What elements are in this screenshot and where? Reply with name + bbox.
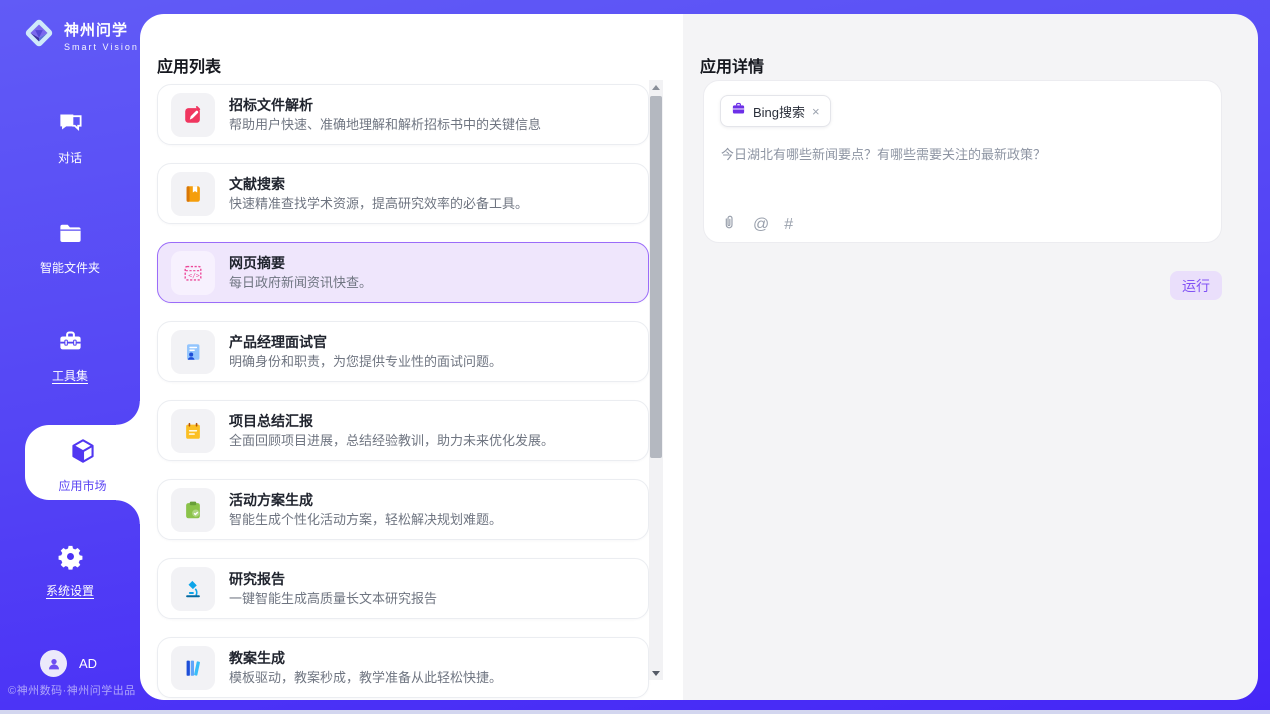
- app-description: 帮助用户快速、准确地理解和解析招标书中的关键信息: [229, 118, 541, 131]
- sidebar-item-toolbox[interactable]: 工具集: [0, 328, 140, 384]
- chat-icon: [57, 110, 84, 142]
- app-name: 活动方案生成: [229, 493, 502, 507]
- bottom-edge-strip: [0, 710, 1270, 714]
- sidebar-item-app-market[interactable]: 应用市场: [25, 437, 140, 494]
- briefcase-icon: [731, 101, 746, 121]
- list-item-lesson-plan[interactable]: 教案生成 模板驱动，教案秒成，教学准备从此轻松快捷。: [157, 637, 649, 698]
- sidebar-item-smart-folder[interactable]: 智能文件夹: [0, 220, 140, 276]
- list-item-web-summary-selected[interactable]: </> 网页摘要 每日政府新闻资讯快查。: [157, 242, 649, 303]
- mention-icon[interactable]: @: [753, 217, 769, 233]
- sidebar-item-label: 对话: [58, 149, 82, 166]
- run-button[interactable]: 运行: [1170, 271, 1222, 300]
- app-name: 研究报告: [229, 572, 437, 586]
- tab-notch-bottom: [116, 500, 140, 524]
- app-name: 教案生成: [229, 651, 502, 665]
- clipboard-check-icon: [171, 488, 215, 532]
- copyright-text: ©神州数码·神州问学出品: [8, 682, 136, 698]
- app-detail-panel: 应用详情 Bing搜索 × 今日湖北有哪些新闻要点？有哪些需要关注的最新政策？: [683, 14, 1258, 700]
- app-description: 模板驱动，教案秒成，教学准备从此轻松快捷。: [229, 671, 502, 684]
- sidebar-item-chat[interactable]: 对话: [0, 110, 140, 166]
- sidebar-item-label: 应用市场: [58, 477, 106, 494]
- list-item-pm-interviewer[interactable]: 产品经理面试官 明确身份和职责，为您提供专业性的面试问题。: [157, 321, 649, 382]
- list-item-bid-parse[interactable]: 招标文件解析 帮助用户快速、准确地理解和解析招标书中的关键信息: [157, 84, 649, 145]
- tool-tag-label: Bing搜索: [753, 102, 805, 121]
- app-name: 项目总结汇报: [229, 414, 554, 428]
- app-description: 智能生成个性化活动方案，轻松解决规划难题。: [229, 513, 502, 526]
- app-window: 神州问学 Smart Vision 对话 智能文件夹: [0, 0, 1270, 714]
- list-item-project-summary[interactable]: 项目总结汇报 全面回顾项目进展，总结经验教训，助力未来优化发展。: [157, 400, 649, 461]
- sidebar-active-tab-background: 应用市场: [25, 425, 140, 500]
- tool-tag-bing-search[interactable]: Bing搜索 ×: [720, 95, 831, 127]
- app-description: 快速精准查找学术资源，提高研究效率的必备工具。: [229, 197, 528, 210]
- sidebar-item-settings[interactable]: 系统设置: [0, 543, 140, 599]
- sidebar-item-label: 系统设置: [46, 582, 94, 599]
- prompt-input[interactable]: 今日湖北有哪些新闻要点？有哪些需要关注的最新政策？: [721, 145, 1201, 165]
- brand-subtitle: Smart Vision: [64, 42, 139, 52]
- scroll-up-arrow[interactable]: [649, 80, 663, 94]
- notepad-icon: [171, 409, 215, 453]
- book-icon: [171, 172, 215, 216]
- user-name: AD: [79, 656, 97, 671]
- sidebar: 神州问学 Smart Vision 对话 智能文件夹: [0, 0, 140, 714]
- sidebar-item-label: 智能文件夹: [40, 259, 100, 276]
- avatar: [40, 650, 67, 677]
- scrollbar-thumb[interactable]: [650, 96, 662, 458]
- app-description: 一键智能生成高质量长文本研究报告: [229, 592, 437, 605]
- brand-logo: 神州问学 Smart Vision: [20, 14, 139, 57]
- books-icon: [171, 646, 215, 690]
- cube-icon: [69, 437, 97, 470]
- app-name: 文献搜索: [229, 177, 528, 191]
- hashtag-icon[interactable]: #: [784, 217, 793, 233]
- tab-notch-top: [116, 401, 140, 425]
- edit-pencil-icon: [171, 93, 215, 137]
- sidebar-item-label: 工具集: [52, 367, 88, 384]
- app-description: 每日政府新闻资讯快查。: [229, 276, 372, 289]
- app-name: 产品经理面试官: [229, 335, 502, 349]
- diamond-logo-icon: [20, 14, 58, 57]
- interviewer-document-icon: [171, 330, 215, 374]
- list-item-event-plan[interactable]: 活动方案生成 智能生成个性化活动方案，轻松解决规划难题。: [157, 479, 649, 540]
- microscope-icon: [171, 567, 215, 611]
- app-list-panel: 应用列表 招标文件解析 帮助用户快速、准确地理解和解析招标书中的关键信息: [140, 14, 683, 700]
- app-list: 招标文件解析 帮助用户快速、准确地理解和解析招标书中的关键信息 文献搜索: [157, 84, 649, 700]
- list-scrollbar[interactable]: [649, 80, 663, 680]
- app-list-title: 应用列表: [157, 53, 221, 77]
- app-description: 明确身份和职责，为您提供专业性的面试问题。: [229, 355, 502, 368]
- paperclip-icon[interactable]: [721, 214, 738, 236]
- composer-toolbar: @ #: [721, 214, 793, 236]
- app-name: 招标文件解析: [229, 98, 541, 112]
- prompt-card: Bing搜索 × 今日湖北有哪些新闻要点？有哪些需要关注的最新政策？ @ #: [703, 80, 1222, 243]
- toolbox-icon: [57, 328, 84, 360]
- app-detail-title: 应用详情: [700, 53, 764, 77]
- browser-code-icon: </>: [171, 251, 215, 295]
- list-item-literature-search[interactable]: 文献搜索 快速精准查找学术资源，提高研究效率的必备工具。: [157, 163, 649, 224]
- main-content: 应用列表 招标文件解析 帮助用户快速、准确地理解和解析招标书中的关键信息: [140, 14, 1258, 700]
- app-name: 网页摘要: [229, 256, 372, 270]
- scroll-down-arrow[interactable]: [649, 666, 663, 680]
- folder-icon: [57, 220, 84, 252]
- gear-icon: [57, 543, 84, 575]
- list-item-research-report[interactable]: 研究报告 一键智能生成高质量长文本研究报告: [157, 558, 649, 619]
- user-account[interactable]: AD: [40, 650, 97, 677]
- brand-name: 神州问学: [64, 19, 139, 40]
- svg-text:</>: </>: [188, 271, 200, 279]
- remove-tag-icon[interactable]: ×: [812, 105, 820, 118]
- app-description: 全面回顾项目进展，总结经验教训，助力未来优化发展。: [229, 434, 554, 447]
